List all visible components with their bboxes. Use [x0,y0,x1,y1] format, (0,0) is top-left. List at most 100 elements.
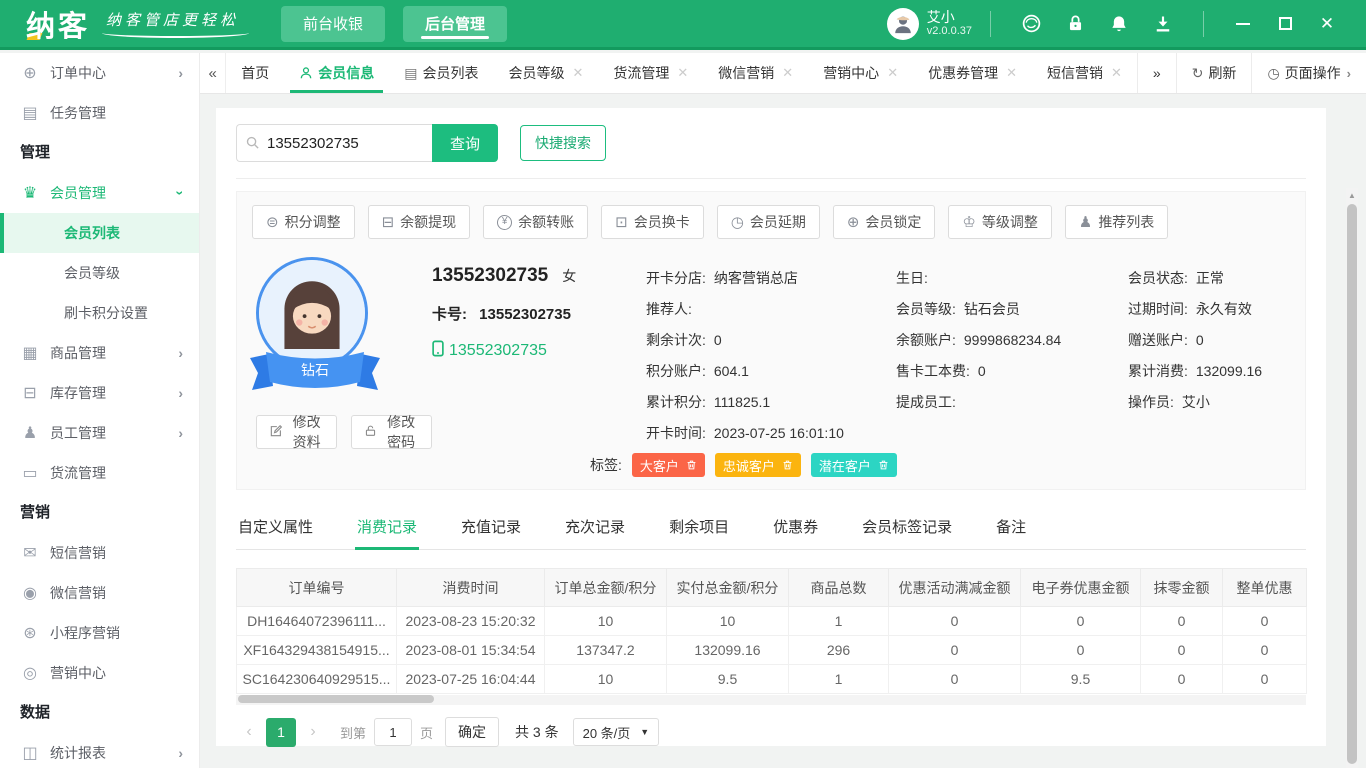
sidebar-item-货流管理[interactable]: ▭ 货流管理 [0,453,199,493]
trash-icon[interactable] [878,459,889,471]
table-row[interactable]: XF164329438154915... 2023-08-01 15:34:54 1… [236,635,1307,665]
record-tab-充次记录[interactable]: 充次记录 [563,504,627,549]
record-tab-优惠券[interactable]: 优惠券 [771,504,820,549]
close-icon[interactable]: ✕ [1006,65,1017,81]
sidebar-item-会员等级[interactable]: 会员等级 [0,253,199,293]
action-会员锁定[interactable]: ⊕ 会员锁定 [832,205,936,239]
table-cell: 1 [788,664,889,694]
close-icon[interactable]: ✕ [677,65,688,81]
record-tab-剩余项目[interactable]: 剩余项目 [667,504,731,549]
prev-page-button[interactable]: ‹ [236,718,262,746]
download-icon[interactable] [1152,13,1174,35]
sidebar-item-小程序营销[interactable]: ⊛ 小程序营销 [0,613,199,653]
action-会员换卡[interactable]: ⊡ 会员换卡 [601,205,704,239]
tab-会员等级[interactable]: 会员等级 ✕ [493,53,598,93]
member-actions: ⊜ 积分调整 ⊟ 余额提现 ¥ 余额转账 ⊡ 会员换卡 ◷ 会员延期 ⊕ 会员锁定 ♔ 等级调整 ♟ 推荐列表 [252,205,1290,239]
table-header-cell: 消费时间 [396,568,545,607]
tabs-collapse-right[interactable]: » [1136,53,1176,93]
page-size-select[interactable]: 20 条/页 ▼ [572,718,660,746]
record-tab-备注[interactable]: 备注 [994,504,1028,549]
vertical-scrollbar[interactable]: ▲ [1346,188,1358,768]
sidebar-item-会员管理[interactable]: ♛ 会员管理 › [0,173,199,213]
tab-货流管理[interactable]: 货流管理 ✕ [598,53,703,93]
page-ops-button[interactable]: ◷ 页面操作 › [1251,53,1366,93]
table-row[interactable]: DH16464072396111... 2023-08-23 15:20:32 10… [236,606,1307,636]
close-icon[interactable]: ✕ [782,65,793,81]
member-field: 会员状态: 正常 [1128,263,1366,294]
sidebar-item-刷卡积分设置[interactable]: 刷卡积分设置 [0,293,199,333]
close-icon[interactable]: ✕ [572,65,583,81]
scrollbar-thumb[interactable] [1347,204,1357,764]
edit-profile-button[interactable]: 修改资料 [256,414,338,450]
member-tags-row: 标签: 大客户 忠诚客户 潜在客户 [590,453,1290,477]
sidebar-item-员工管理[interactable]: ♟ 员工管理 › [0,413,199,453]
tab-会员列表[interactable]: ▤ 会员列表 [389,53,493,93]
table-header-cell: 电子券优惠金额 [1020,568,1141,607]
trash-icon[interactable] [686,459,697,471]
app-slogan: 纳客管店更轻松 [102,9,250,38]
table-row[interactable]: SC164230640929515... 2023-07-25 16:04:44 1… [236,664,1307,694]
quick-search-button[interactable]: 快捷搜索 [520,125,606,161]
sidebar-item-订单中心[interactable]: ⊕ 订单中心 › [0,53,199,93]
record-tab-自定义属性[interactable]: 自定义属性 [236,504,315,549]
clock-icon: ◷ [1267,64,1280,81]
current-page-button[interactable]: 1 [266,717,296,747]
close-icon[interactable]: ✕ [887,65,898,81]
member-phone[interactable]: 13552302735 [432,340,632,362]
sidebar-item-营销中心[interactable]: ◎ 营销中心 [0,653,199,693]
edit-password-button[interactable]: 修改密码 [351,414,432,450]
bell-icon[interactable] [1108,13,1130,35]
field-value: 正常 [1195,270,1224,286]
record-tab-消费记录[interactable]: 消费记录 [355,504,420,550]
table-cell: 132099.16 [666,635,789,665]
tab-会员信息[interactable]: 会员信息 [284,53,389,93]
action-积分调整[interactable]: ⊜ 积分调整 [252,205,355,239]
horizontal-scrollbar[interactable] [236,695,1306,705]
customer-service-icon[interactable] [1020,13,1042,35]
action-推荐列表[interactable]: ♟ 推荐列表 [1064,205,1169,239]
tab-首页[interactable]: 首页 [226,53,284,93]
table-header-cell: 商品总数 [788,568,889,607]
avatar[interactable] [886,7,919,40]
field-label: 售卡工本费: [896,363,970,379]
scrollbar-thumb[interactable] [238,695,434,703]
action-等级调整[interactable]: ♔ 等级调整 [948,205,1052,239]
member-detail-card: 查询 快捷搜索 ⊜积分调整 ⊟余额提现 ¥余额转账 ⊡会员换卡 ◷会员延期 ⊕会员锁定 ♔等… [216,108,1326,747]
goto-page-input[interactable] [374,718,413,746]
tab-微信营销[interactable]: 微信营销 ✕ [703,53,808,93]
tab-营销中心[interactable]: 营销中心 ✕ [808,53,913,93]
close-icon[interactable]: ✕ [1111,65,1122,81]
tab-短信营销[interactable]: 短信营销 ✕ [1032,53,1137,93]
minimize-button[interactable] [1234,15,1252,33]
member-field: 累计消费: 132099.16 [1128,356,1366,387]
close-button[interactable]: ✕ [1318,14,1336,33]
action-余额转账[interactable]: ¥ 余额转账 [483,205,589,239]
trash-icon[interactable] [782,459,793,471]
sidebar-item-任务管理[interactable]: ▤ 任务管理 [0,93,199,133]
nav-front-cashier[interactable]: 前台收银 [281,5,386,42]
query-button[interactable]: 查询 [432,124,498,162]
sidebar-item-库存管理[interactable]: ⊟ 库存管理 › [0,373,199,413]
sidebar: ⊕ 订单中心 › ▤ 任务管理 管理 ♛ 会员管理 › 会员列表 会员等级 刷卡积分设置 ▦ 商品管理 › ⊟… [0,53,200,768]
sidebar-item-短信营销[interactable]: ✉ 短信营销 [0,533,199,573]
search-icon [245,135,260,155]
sidebar-item-商品管理[interactable]: ▦ 商品管理 › [0,333,199,373]
maximize-button[interactable] [1276,15,1294,33]
sidebar-item-微信营销[interactable]: ◉ 微信营销 [0,573,199,613]
record-tab-充值记录[interactable]: 充值记录 [459,504,523,549]
action-会员延期[interactable]: ◷ 会员延期 [716,205,820,239]
tabs-collapse-left[interactable]: « [200,53,227,93]
member-panel: ⊜ 积分调整 ⊟ 余额提现 ¥ 余额转账 ⊡ 会员换卡 ◷ 会员延期 ⊕ 会员锁定 ♔ 等级调整 ♟ 推荐列表 [236,191,1306,490]
search-input[interactable] [236,124,432,162]
action-余额提现[interactable]: ⊟ 余额提现 [367,205,471,239]
refresh-button[interactable]: ↻ 刷新 [1175,53,1252,93]
sidebar-item-统计报表[interactable]: ◫ 统计报表 › [0,733,199,768]
tab-优惠券管理[interactable]: 优惠券管理 ✕ [913,53,1032,93]
scroll-up-icon[interactable]: ▲ [1346,188,1358,202]
record-tab-会员标签记录[interactable]: 会员标签记录 [860,504,954,549]
sidebar-item-会员列表[interactable]: 会员列表 [0,213,199,253]
next-page-button[interactable]: › [300,718,326,746]
confirm-button[interactable]: 确定 [445,717,500,747]
lock-icon[interactable] [1064,13,1086,35]
nav-backend-manage[interactable]: 后台管理 [403,5,508,42]
